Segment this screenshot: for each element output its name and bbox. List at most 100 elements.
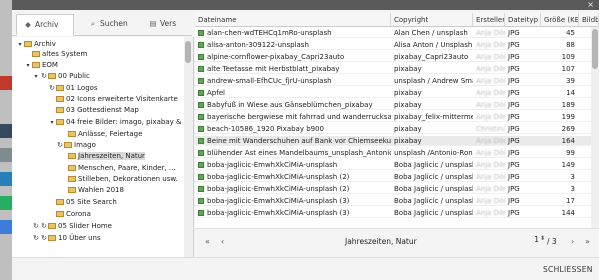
cell-filetype-text: JPG [508, 125, 520, 133]
close-button[interactable]: SCHLIESSEN [543, 263, 593, 277]
collapse-icon[interactable]: ▾ [32, 72, 40, 82]
cell-filetype-text: JPG [508, 113, 520, 121]
app-icon-grey[interactable] [0, 148, 12, 162]
prev-page-button[interactable]: ‹ [221, 237, 224, 246]
app-icon-globe[interactable] [0, 220, 12, 234]
table-row[interactable]: Babyfuß in Wiese aus Gänseblümchen_pixab… [195, 100, 591, 110]
tree-item-imago[interactable]: ↻ Imago [56, 140, 96, 150]
table-row[interactable]: alan-chen-wdTEHCq1mRo-unsplash Alan Chen … [195, 28, 591, 38]
tree-item-00-public[interactable]: ▾ ↻ 00 Public [32, 71, 89, 82]
table-row[interactable]: boba-jaglicic-EmwhXkCiMiA-unsplash Boba J… [195, 160, 591, 170]
table-row[interactable]: boba-jaglicic-EmwhXkCiMiA-unsplash (2) Bo… [195, 172, 591, 182]
last-page-button[interactable]: » [585, 237, 590, 246]
table-row[interactable]: alpine-cornflower-pixabay_Capri23auto pix… [195, 52, 591, 62]
table-row[interactable]: Apfel pixabay Anja DörrJPG 14 [195, 88, 591, 98]
tree-item-altes-system[interactable]: altes System [24, 49, 87, 59]
app-icon-red[interactable] [0, 76, 12, 90]
column-header-creator[interactable]: Ersteller [473, 13, 505, 27]
tree-item-05-site-search[interactable]: 05 Site Search [56, 197, 117, 207]
cell-filename: andrew-small-EfhCUc_fjrU-unsplash [195, 76, 391, 86]
table-row[interactable]: alte Teetasse mit Herbstblatt_pixabay pix… [195, 64, 591, 74]
tree-item-stilleben[interactable]: Stilleben, Dekorationen usw. [68, 174, 178, 184]
cell-size: 164 [541, 136, 579, 146]
grid-scrollbar[interactable] [591, 27, 599, 228]
tree-item-wahlen[interactable]: Wahlen 2018 [68, 185, 124, 195]
tree-item-archiv[interactable]: ▾ Archiv [16, 39, 55, 50]
table-row[interactable]: andrew-small-EfhCUc_fjrU-unsplash unsplas… [195, 76, 591, 86]
cell-filetype: JPG [505, 52, 541, 62]
cell-copyright: pixabay_Capri23auto [391, 52, 473, 62]
cell-creator: Anja Dörr [473, 76, 505, 86]
tree-item-corona[interactable]: Corona [56, 209, 91, 219]
column-header-filetype[interactable]: Dateityp [505, 13, 541, 27]
tree-item-jahreszeiten[interactable]: Jahreszeiten, Natur [68, 151, 145, 161]
table-row[interactable]: boba-jaglicic-EmwhXkCiMiA-unsplash (3) Bo… [195, 208, 591, 218]
tree-scrollbar[interactable] [184, 37, 193, 257]
cell-filename-text: alan-chen-wdTEHCq1mRo-unsplash [207, 29, 332, 37]
cell-copyright: pixabay [391, 124, 473, 134]
cell-copyright: unsplash /Antonio-Ron [391, 148, 473, 158]
table-row[interactable]: beach-10586_1920 Pixabay b900 pixabay Chri… [195, 124, 591, 134]
table-row[interactable]: bayerische bergwiese mit fahrrad und wan… [195, 112, 591, 122]
cell-size: 45 [541, 28, 579, 38]
grid-scroll-thumb[interactable] [592, 29, 598, 69]
cell-copyright-text: pixabay_Capri23auto [394, 53, 469, 61]
tree-item-eom[interactable]: ▾ EOM [24, 60, 58, 70]
tree-item-anlaesse[interactable]: Anlässe, Feiertage [68, 129, 142, 139]
folder-icon [32, 62, 40, 68]
refresh-icon: ↻ [49, 84, 55, 92]
tree-item-04-freie-bilder[interactable]: ▾ 04 freie Bilder: imago, pixabay & Co. [48, 117, 193, 128]
cell-filename-text: boba-jaglicic-EmwhXkCiMiA-unsplash (2) [207, 185, 350, 193]
collapse-icon[interactable]: ▾ [16, 40, 24, 50]
column-header-bildbreite[interactable]: Bildb [579, 13, 599, 27]
cell-size: 14 [541, 88, 579, 98]
first-page-button[interactable]: « [205, 237, 210, 246]
cell-filetype: JPG [505, 100, 541, 110]
cell-filetype: JPG [505, 184, 541, 194]
app-icon-blue[interactable] [0, 172, 12, 186]
cell-size: 17 [541, 196, 579, 206]
tab-suchen[interactable]: ⌕ Suchen [82, 14, 138, 36]
page-spinner-icon[interactable]: ⬍ [540, 235, 545, 242]
cell-creator-text: Anja Dörr [476, 29, 505, 37]
folder-icon [56, 211, 64, 217]
cell-creator: Anja Dörr [473, 28, 505, 38]
tab-vers[interactable]: ▤ Vers [142, 14, 190, 36]
table-row[interactable]: Beine mit Wanderschuhen auf Bank vor Chi… [195, 136, 591, 146]
table-row[interactable]: boba-jaglicic-EmwhXkCiMiA-unsplash (3) Bo… [195, 196, 591, 206]
table-row[interactable]: blühender Ast eines Mandelbaums_unsplash… [195, 148, 591, 158]
app-icon-dark[interactable] [0, 124, 12, 138]
cell-size-text: 164 [561, 137, 575, 145]
tree-item-10-ueber-uns[interactable]: ↻ ↻ 10 Über uns [32, 233, 101, 243]
column-header-filename[interactable]: Dateiname [195, 13, 391, 27]
table-row[interactable]: boba-jaglicic-EmwhXkCiMiA-unsplash (2) Bo… [195, 184, 591, 194]
cell-creator: Anja Dörr [473, 64, 505, 74]
tree-item-menschen[interactable]: Menschen, Paare, Kinder, ... [68, 163, 176, 173]
book-icon: ▤ [149, 19, 157, 28]
image-file-icon [198, 54, 204, 60]
collapse-icon[interactable]: ▾ [48, 118, 56, 128]
tab-archiv[interactable]: ◆ Archiv [16, 14, 74, 36]
tree-item-03-gottesdienst[interactable]: 03 Gottesdienst Map [56, 105, 139, 115]
cell-size-text: 107 [561, 65, 575, 73]
next-page-button[interactable]: › [571, 237, 574, 246]
cell-filetype: JPG [505, 196, 541, 206]
cell-copyright: Boba Jaglicic / unsplash [391, 184, 473, 194]
cell-copyright: pixabay [391, 64, 473, 74]
tree-item-02-icons[interactable]: 02 Icons erweiterte Visitenkarte [56, 94, 178, 104]
collapse-icon[interactable]: ▾ [24, 61, 32, 71]
page-number-input[interactable]: 1 [529, 235, 539, 247]
tree-item-05-slider-home[interactable]: ↻ ↻ 05 Slider Home [32, 221, 112, 231]
tree-scroll-thumb[interactable] [185, 41, 191, 63]
table-row[interactable]: alisa-anton-309122-unsplash Alisa Anton /… [195, 40, 591, 50]
cell-creator: Anja Dörr [473, 136, 505, 146]
column-header-copyright[interactable]: Copyright [391, 13, 473, 27]
column-header-size[interactable]: Größe (KB) [541, 13, 579, 27]
close-icon[interactable]: × [587, 0, 594, 10]
cell-filename-text: beach-10586_1920 Pixabay b900 [207, 125, 325, 133]
cell-creator: Anja Dörr [473, 52, 505, 62]
app-icon-green[interactable] [0, 196, 12, 210]
image-file-icon [198, 126, 204, 132]
cell-filetype: JPG [505, 40, 541, 50]
tree-item-01-logos[interactable]: ↻ 01 Logos [48, 83, 98, 93]
